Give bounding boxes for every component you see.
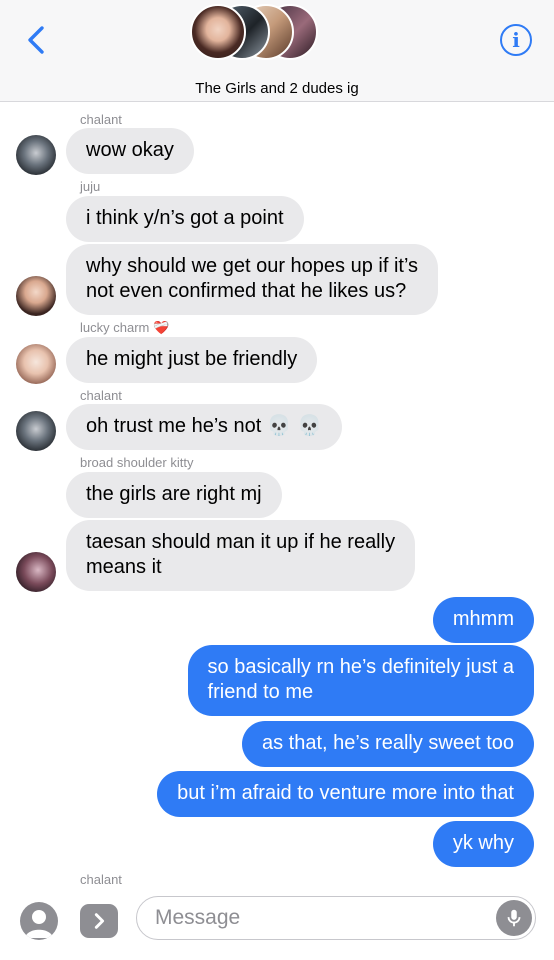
- avatar[interactable]: [16, 135, 56, 175]
- chevron-right-icon: [94, 913, 105, 929]
- message-composer: [0, 892, 554, 960]
- incoming-message[interactable]: i think y/n’s got a point: [66, 196, 304, 242]
- incoming-message[interactable]: oh trust me he’s not 💀 💀: [66, 404, 343, 450]
- camera-icon: [25, 910, 53, 938]
- message-list[interactable]: chalant wow okay juju i think y/n’s got …: [0, 102, 554, 892]
- group-avatar-1: [190, 4, 246, 60]
- incoming-message[interactable]: he might just be friendly: [66, 337, 318, 383]
- incoming-message[interactable]: the girls are right mj: [66, 472, 282, 518]
- outgoing-message[interactable]: so basically rn he’s definitely just a f…: [187, 645, 534, 716]
- outgoing-message[interactable]: but i’m afraid to venture more into that: [157, 771, 534, 817]
- info-button[interactable]: i: [500, 24, 532, 56]
- info-icon: i: [512, 28, 520, 52]
- chevron-left-icon: [28, 26, 44, 54]
- sender-label: chalant: [80, 112, 122, 127]
- incoming-message[interactable]: taesan should man it up if he really mea…: [66, 520, 416, 591]
- group-name[interactable]: The Girls and 2 dudes ig: [0, 80, 554, 97]
- sender-label: broad shoulder kitty: [80, 455, 194, 470]
- apps-button[interactable]: [80, 904, 118, 938]
- outgoing-message[interactable]: as that, he’s really sweet too: [242, 721, 534, 767]
- camera-button[interactable]: [20, 902, 58, 940]
- group-avatars[interactable]: [190, 4, 330, 64]
- conversation-header: i The Girls and 2 dudes ig: [0, 0, 554, 102]
- back-button[interactable]: [22, 24, 50, 56]
- microphone-icon: [507, 909, 521, 927]
- microphone-button[interactable]: [496, 900, 532, 936]
- message-input[interactable]: [136, 896, 536, 940]
- outgoing-message[interactable]: yk why: [432, 821, 534, 867]
- avatar[interactable]: [16, 552, 56, 592]
- avatar[interactable]: [16, 276, 56, 316]
- avatar[interactable]: [16, 344, 56, 384]
- incoming-message[interactable]: why should we get our hopes up if it’s n…: [66, 244, 439, 315]
- sender-label: juju: [80, 179, 101, 194]
- sender-label: chalant: [80, 872, 122, 887]
- outgoing-message[interactable]: mhmm: [432, 597, 534, 643]
- avatar[interactable]: [16, 411, 56, 451]
- sender-label: chalant: [80, 388, 122, 403]
- incoming-message[interactable]: wow okay: [66, 128, 194, 174]
- sender-label: lucky charm ❤️‍🩹: [80, 320, 170, 335]
